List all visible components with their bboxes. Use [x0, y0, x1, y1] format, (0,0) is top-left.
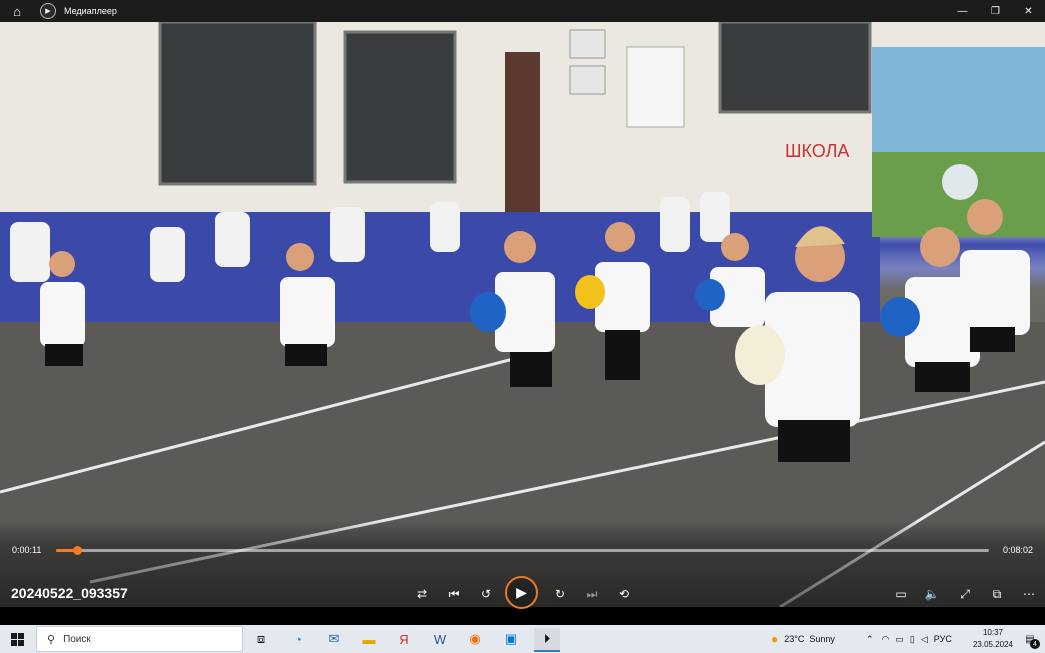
clock[interactable]: 10:37 23.05.2024	[973, 627, 1013, 651]
language-indicator[interactable]: РУС	[934, 634, 952, 644]
current-time: 0:00:11	[12, 545, 42, 555]
play-icon: ▶	[516, 584, 527, 600]
file-explorer-icon[interactable]: ▬	[356, 628, 382, 650]
weather-temp: 23°C	[784, 634, 805, 644]
miniplayer-icon[interactable]: ⧉	[986, 583, 1008, 605]
title-bar: ⌂ ▶ Медиаплеер — ❐ ✕	[0, 0, 1045, 22]
firefox-icon[interactable]: ◉	[462, 628, 488, 650]
clock-time: 10:37	[982, 628, 1003, 637]
volume-icon[interactable]: 🔈	[921, 583, 943, 605]
shuffle-icon[interactable]: ⇄	[411, 583, 433, 605]
play-button[interactable]: ▶	[505, 576, 538, 609]
rewind-10-icon[interactable]: ↺	[475, 583, 497, 605]
yandex-browser-icon[interactable]: Я	[391, 628, 417, 650]
close-button[interactable]: ✕	[1012, 0, 1045, 22]
power-icon[interactable]: ▭	[895, 634, 904, 645]
chevron-up-icon[interactable]: ⌃	[866, 634, 874, 645]
windows-logo-icon	[10, 632, 24, 646]
system-tray: ⌃ ◠ ▭ ▯ ◁ РУС	[866, 625, 952, 653]
media-player-app-icon: ▶	[40, 3, 56, 19]
file-name: 20240522_093357	[11, 585, 128, 601]
previous-icon[interactable]: ⏮	[443, 583, 465, 605]
media-player-icon[interactable]: ⏵	[534, 628, 560, 652]
clock-date: 23.05.2024	[972, 640, 1013, 649]
more-options-icon[interactable]: ⋯	[1018, 583, 1040, 605]
mail-icon[interactable]: ✉	[321, 628, 347, 650]
subtitles-icon[interactable]: ▭	[890, 583, 912, 605]
search-box[interactable]: ⚲ Поиск	[36, 626, 243, 652]
forward-30-icon[interactable]: ↻	[549, 583, 571, 605]
repeat-off-icon[interactable]: ⟲	[613, 583, 635, 605]
home-icon[interactable]: ⌂	[0, 0, 34, 22]
notification-icon[interactable]: ▤ 4	[1019, 630, 1041, 649]
seek-bar[interactable]	[56, 546, 989, 555]
search-placeholder: Поиск	[63, 633, 91, 645]
weather-text: Sunny	[809, 634, 835, 644]
total-time: 0:08:02	[1002, 545, 1033, 555]
start-button[interactable]	[0, 625, 34, 653]
battery-icon[interactable]: ▯	[910, 634, 915, 645]
fullscreen-icon[interactable]: ⤢	[954, 583, 976, 605]
weather-widget[interactable]: ● 23°C Sunny	[771, 625, 835, 653]
wifi-icon[interactable]: ◠	[882, 634, 890, 645]
window-controls: — ❐ ✕	[946, 0, 1045, 22]
notification-count: 4	[1030, 639, 1040, 649]
edge-icon[interactable]: ◔	[285, 628, 311, 650]
svg-text:ШКОЛА: ШКОЛА	[785, 141, 849, 161]
task-view-icon[interactable]: ⧈	[248, 628, 274, 650]
maximize-button[interactable]: ❐	[979, 0, 1012, 22]
next-icon[interactable]: ⏭	[581, 583, 603, 605]
taskbar: ⚲ Поиск ⧈ ◔ ✉ ▬ Я W ◉ ▣ ⏵ ● 23°C Sunny ⌃…	[0, 625, 1045, 653]
minimize-button[interactable]: —	[946, 0, 979, 22]
weather-sun-icon: ●	[771, 632, 779, 646]
photos-icon[interactable]: ▣	[498, 628, 524, 650]
word-icon[interactable]: W	[427, 628, 453, 650]
search-icon: ⚲	[47, 633, 56, 646]
speaker-icon[interactable]: ◁	[921, 634, 928, 645]
window-title: Медиаплеер	[64, 6, 117, 16]
